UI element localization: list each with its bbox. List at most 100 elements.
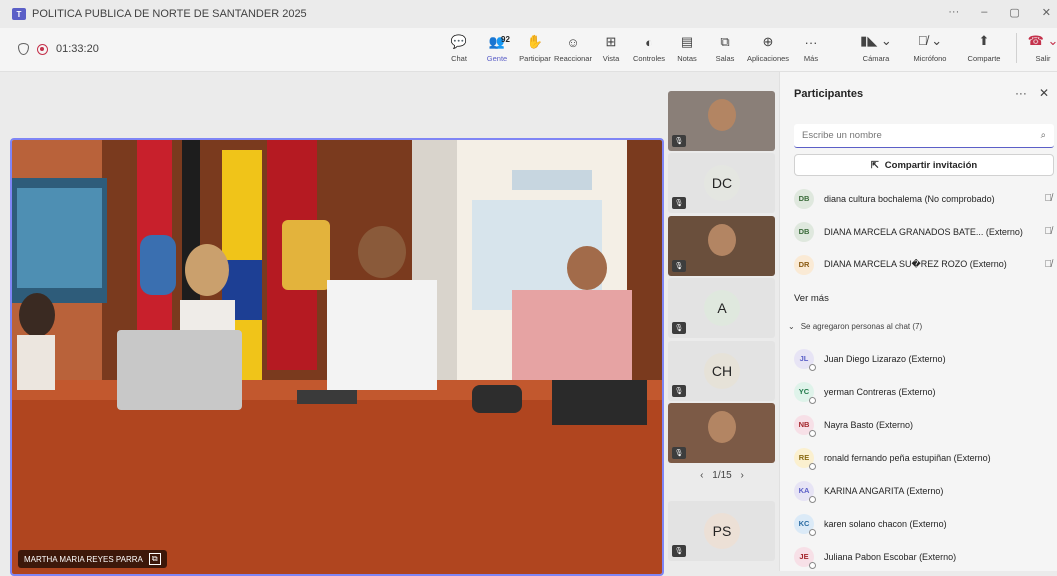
chat-icon: 💬 [450,34,468,49]
participant-thumbnail[interactable]: 🎙 [668,403,775,463]
people-count-badge: 92 [501,35,510,44]
mic-muted-icon: 🎙 [672,135,686,147]
participant-thumbnail[interactable]: A 🎙 [668,278,775,338]
see-more-link[interactable]: Ver más [794,293,829,304]
participant-video [708,224,736,256]
participant-name: diana cultura bochalema (No comprobado) [824,193,995,204]
participant-search[interactable]: ⌕ [794,124,1054,148]
tool-rooms-button[interactable]: ⧉ Salas [706,33,744,63]
leave-label: Salir [1035,54,1051,63]
tool-people-button[interactable]: 👥 92 Gente [478,33,516,63]
leave-button[interactable]: ☎ ⌄ Salir [1023,33,1057,63]
participant-avatar: DB [794,188,814,209]
participant-thumbnail[interactable]: CH 🎙 [668,341,775,401]
participant-row[interactable]: DR DIANA MARCELA SU�REZ ROZO (Externo) 🎙̸ [794,248,1056,281]
tool-apps-button[interactable]: ⊕ Aplicaciones [744,33,792,63]
close-window-button[interactable]: ✕ [1042,6,1051,19]
share-invite-button[interactable]: ⇱ Compartir invitación [794,154,1054,176]
presence-offline-icon [809,396,816,404]
participant-name: Juan Diego Lizarazo (Externo) [824,353,946,364]
speaker-video-frame [12,140,662,574]
tool-react-button[interactable]: ☺ Reaccionar [554,33,592,64]
mic-muted-icon: 🎙̸ [1044,226,1053,237]
mic-muted-icon: 🎙 [672,447,686,459]
camera-button[interactable]: ▮◣ ⌄ Cámara [850,33,902,63]
participant-row[interactable]: DB diana cultura bochalema (No comprobado… [794,182,1056,215]
avatar-initials: DB [798,227,810,236]
meeting-toolbar: 01:33:20 💬 Chat 👥 92 Gente ✋ Participar ☺ Reacci… [0,28,1057,72]
participant-avatar: DC [704,165,740,201]
recording-status: 01:33:20 [18,43,99,55]
teams-app-icon: T [12,8,26,20]
meeting-tools: 💬 Chat 👥 92 Gente ✋ Participar ☺ Reaccionar ⊞ Vist… [440,33,830,63]
tool-label: Reaccionar [554,54,592,63]
maximize-button[interactable]: ▢ [1009,6,1019,19]
participant-name: DIANA MARCELA SU�REZ ROZO (Externo) [824,259,1007,269]
participant-avatar: KA [794,480,816,503]
view-icon: ⊞ [605,34,617,49]
close-icon[interactable]: ✕ [1039,86,1049,100]
participant-name: KARINA ANGARITA (Externo) [824,485,944,496]
share-invite-icon: ⇱ [870,159,879,171]
speaker-name: MARTHA MARIA REYES PARRA [24,554,143,564]
participant-thumbnail[interactable]: DC 🎙 [668,153,775,213]
participant-avatar: DB [794,221,814,242]
people-icon: 👥 92 [488,34,510,49]
mic-muted-icon: 🎙 [672,385,686,397]
main-speaker-video[interactable]: MARTHA MARIA REYES PARRA ⧉ [10,138,664,576]
pager-label: 1/15 [712,470,732,481]
avatar-initials: JL [799,354,809,363]
tool-chat-button[interactable]: 💬 Chat [440,33,478,63]
minimize-button[interactable]: – [981,6,987,19]
search-icon[interactable]: ⌕ [1041,130,1046,141]
participant-thumbnail[interactable]: 🎙 [668,91,775,151]
tool-raise-hand-button[interactable]: ✋ Participar [516,33,554,63]
participant-video [708,99,736,131]
recording-icon [37,43,48,55]
participant-row[interactable]: YC yerman Contreras (Externo) [794,375,1056,408]
presence-offline-icon [809,429,816,437]
panel-more-icon[interactable]: ··· [1015,86,1027,100]
participant-name: yerman Contreras (Externo) [824,386,936,397]
presence-offline-icon [809,528,816,536]
participant-thumbnail[interactable]: PS 🎙 [668,501,775,561]
share-button[interactable]: ⬆ Comparte [958,33,1010,63]
chat-added-list: JL Juan Diego Lizarazo (Externo) YC yerman … [794,342,1056,573]
pager-next-button[interactable]: › [741,470,744,481]
tool-label: Gente [486,54,508,63]
participant-row[interactable]: NB Nayra Basto (Externo) [794,408,1056,441]
tool-view-button[interactable]: ⊞ Vista [592,33,630,63]
avatar-initials: JE [799,552,809,561]
panel-title: Participantes [794,88,864,100]
chat-added-section-label: Se agregaron personas al chat (7) [800,322,923,331]
apps-icon: ⊕ [762,34,774,49]
tool-label: Más [803,54,819,63]
rooms-icon: ⧉ [720,34,730,49]
pager-prev-button[interactable]: ‹ [700,470,703,481]
window-more-button[interactable]: ··· [948,6,959,19]
chat-added-section-header[interactable]: ⌄ Se agregaron personas al chat (7) [788,322,922,331]
tool-notes-button[interactable]: ▤ Notas [668,33,706,63]
tool-label: Salas [715,54,735,63]
microphone-button[interactable]: 🎙̸ ⌄ Micrófono [904,33,956,63]
participant-row[interactable]: KC karen solano chacon (Externo) [794,507,1056,540]
more-icon: ··· [804,34,818,50]
participant-row[interactable]: DB DIANA MARCELA GRANADOS BATE... (Extern… [794,215,1056,248]
mic-muted-icon: 🎙̸ [1044,259,1053,270]
tool-more-button[interactable]: ··· Más [792,33,830,64]
speaker-nametag: MARTHA MARIA REYES PARRA ⧉ [18,550,167,568]
avatar-initials: YC [798,387,810,396]
hang-up-icon: ☎ ⌄ [1027,33,1057,48]
raise-hand-icon: ✋ [526,34,544,49]
participant-row[interactable]: RE ronald fernando peña estupiñan (Extern… [794,441,1056,474]
participant-avatar: DR [794,254,814,275]
participant-avatar: YC [794,381,816,404]
search-input[interactable] [802,130,1022,141]
participant-row[interactable]: KA KARINA ANGARITA (Externo) [794,474,1056,507]
participant-row[interactable]: JE Juliana Pabon Escobar (Externo) [794,540,1056,573]
participant-avatar: NB [794,414,816,437]
participant-row[interactable]: JL Juan Diego Lizarazo (Externo) [794,342,1056,375]
participant-thumbnail[interactable]: 🎙 [668,216,775,276]
title-bar: T POLITICA PUBLICA DE NORTE DE SANTANDER… [0,0,1057,28]
tool-controls-button[interactable]: ◐ Controles [630,33,668,64]
